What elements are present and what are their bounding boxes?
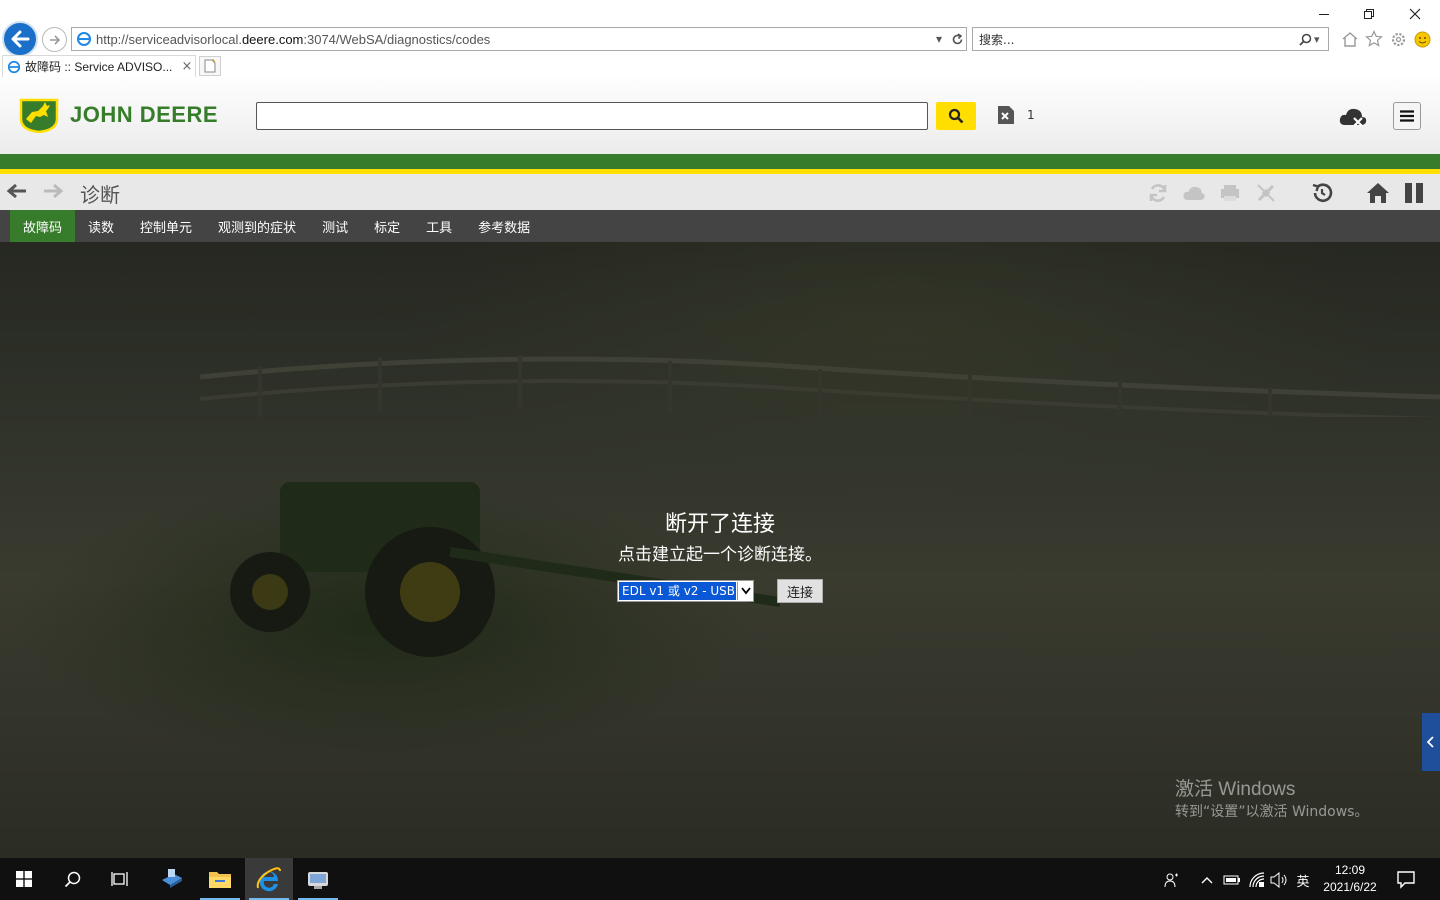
tab-reference-data[interactable]: 参考数据: [465, 210, 543, 242]
chevron-left-icon: [1427, 736, 1434, 748]
deer-logo-icon: [19, 98, 59, 133]
windows-start-icon[interactable]: [0, 858, 48, 900]
back-arrow-icon[interactable]: [6, 182, 28, 204]
network-icon[interactable]: [1247, 870, 1267, 890]
tab-tests[interactable]: 测试: [309, 210, 361, 242]
main-content: 断开了连接 点击建立起一个诊断连接。 EDL v1 或 v2 - USB 连接 …: [0, 242, 1440, 858]
brand-stripe-green: [0, 154, 1440, 169]
back-arrow-icon[interactable]: [2, 21, 38, 57]
browser-tab[interactable]: 故障码 :: Service ADVISO... ×: [2, 55, 196, 77]
notification-center-icon[interactable]: [1396, 869, 1418, 889]
favorites-star-icon[interactable]: [1364, 29, 1384, 49]
clock-time: 12:09: [1334, 863, 1366, 877]
documents-count: 1: [1027, 108, 1035, 122]
tab-title: 故障码 :: Service ADVISO...: [25, 60, 173, 74]
input-method-indicator[interactable]: 英: [1293, 870, 1313, 890]
minimize-icon[interactable]: [1301, 3, 1347, 25]
search-button[interactable]: [936, 102, 976, 130]
volume-icon[interactable]: [1269, 870, 1289, 890]
connection-status-message: 点击建立起一个诊断连接。: [618, 545, 822, 565]
printer-icon[interactable]: [1217, 180, 1243, 206]
url-text: http://serviceadvisorlocal.deere.com:307…: [96, 31, 491, 47]
internet-explorer-icon[interactable]: [245, 858, 293, 900]
john-deere-logo[interactable]: JOHN DEERE: [18, 97, 218, 133]
address-bar[interactable]: http://serviceadvisorlocal.deere.com:307…: [71, 27, 967, 51]
diagnostics-toolbar: 诊断: [0, 174, 1440, 210]
tab-close-icon[interactable]: ×: [179, 59, 195, 74]
brand-name: JOHN DEERE: [70, 102, 219, 127]
activation-watermark-message: 转到“设置”以激活 Windows。: [1175, 804, 1369, 820]
browser-search-placeholder: 搜索...: [979, 32, 1015, 47]
connect-button[interactable]: 连接: [777, 579, 823, 603]
cloud-disconnected-icon[interactable]: [1338, 105, 1368, 131]
windows-taskbar: 英 12:09 2021/6/22: [0, 858, 1440, 900]
new-tab-icon[interactable]: [199, 56, 221, 76]
tab-codes[interactable]: 故障码: [10, 210, 76, 242]
tab-observed-symptoms[interactable]: 观测到的症状: [205, 210, 309, 242]
system-clock[interactable]: 12:09 2021/6/22: [1312, 862, 1388, 896]
connection-status-title: 断开了连接: [664, 512, 775, 537]
server-manager-icon[interactable]: [148, 858, 196, 900]
tab-tools[interactable]: 工具: [413, 210, 465, 242]
pause-icon[interactable]: [1401, 180, 1427, 206]
chevron-up-icon[interactable]: [1197, 870, 1217, 890]
browser-search-box[interactable]: 搜索... ▾: [972, 27, 1329, 51]
page-title: 诊断: [80, 183, 120, 207]
documents-button[interactable]: 1: [997, 105, 1035, 125]
chevron-down-icon[interactable]: [737, 582, 753, 600]
activation-watermark-title: 激活 Windows: [1175, 779, 1296, 800]
plug-disconnect-icon[interactable]: [1253, 180, 1279, 206]
document-pin-icon: [998, 106, 1014, 124]
diagnostics-menu: 故障码 读数 控制单元 观测到的症状 测试 标定 工具 参考数据: [0, 210, 1440, 242]
restore-icon[interactable]: [1346, 3, 1392, 25]
background-fence-image: [200, 355, 1440, 417]
home-icon[interactable]: [1340, 29, 1360, 49]
global-search-input[interactable]: [256, 102, 928, 130]
sync-icon[interactable]: [1145, 180, 1171, 206]
cloud-upload-icon[interactable]: [1181, 180, 1207, 206]
dropdown-arrow-icon[interactable]: ▾: [930, 30, 948, 48]
home-icon[interactable]: [1365, 180, 1391, 206]
people-icon[interactable]: [1162, 870, 1182, 890]
tab-readings[interactable]: 读数: [75, 210, 127, 242]
battery-icon[interactable]: [1222, 870, 1242, 890]
forward-arrow-icon[interactable]: [42, 182, 64, 204]
task-view-icon[interactable]: [96, 858, 144, 900]
service-advisor-app-icon[interactable]: [294, 858, 342, 900]
dropdown-arrow-icon[interactable]: ▾: [1314, 33, 1328, 46]
smiley-feedback-icon[interactable]: [1412, 29, 1432, 49]
tab-calibrations[interactable]: 标定: [361, 210, 413, 242]
search-icon: [948, 108, 964, 124]
history-icon[interactable]: [1309, 180, 1335, 206]
tab-controllers[interactable]: 控制单元: [127, 210, 205, 242]
adapter-select[interactable]: EDL v1 或 v2 - USB: [617, 580, 754, 602]
ie-page-icon: [7, 60, 21, 73]
side-panel-toggle[interactable]: [1422, 713, 1440, 771]
browser-chrome: http://serviceadvisorlocal.deere.com:307…: [0, 0, 1440, 57]
app-header: JOHN DEERE 1: [0, 77, 1440, 154]
forward-arrow-icon[interactable]: [42, 27, 67, 52]
hamburger-menu-icon[interactable]: [1393, 102, 1421, 130]
refresh-icon[interactable]: [948, 30, 966, 48]
search-icon[interactable]: [1296, 33, 1314, 46]
clock-date: 2021/6/22: [1323, 880, 1377, 894]
ie-page-icon: [77, 32, 91, 46]
close-icon[interactable]: [1392, 3, 1438, 25]
adapter-select-value: EDL v1 或 v2 - USB: [619, 582, 736, 600]
search-icon[interactable]: [48, 858, 96, 900]
gear-icon[interactable]: [1388, 29, 1408, 49]
file-explorer-icon[interactable]: [196, 858, 244, 900]
